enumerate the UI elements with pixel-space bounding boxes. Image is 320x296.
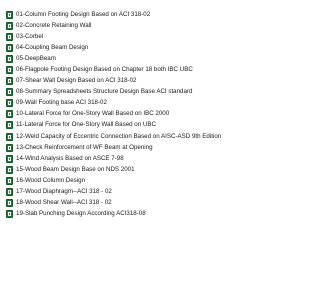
file-name: 02-Concrete Retaining Wall [16, 21, 92, 29]
file-name: 04-Coupling Beam Design [16, 43, 89, 51]
excel-file-icon [6, 143, 13, 152]
file-name: 13-Check Reinforcement of WF Beam at Ope… [16, 143, 153, 151]
excel-file-icon [6, 121, 13, 130]
excel-file-icon [6, 210, 13, 219]
file-item[interactable]: 11-Lateral Force for One-Story Wall Base… [0, 120, 247, 131]
excel-file-icon [6, 88, 13, 97]
excel-file-icon [6, 132, 13, 141]
file-name: 03-Corbel [16, 32, 44, 40]
excel-file-icon [6, 176, 13, 185]
excel-file-icon [6, 10, 13, 19]
file-name: 09-Wall Footing base ACI 318-02 [16, 99, 107, 107]
file-item[interactable]: 03-Corbel [0, 31, 247, 42]
file-name: 14-Wind Analysis Based on ASCE 7-98 [16, 154, 124, 162]
file-item[interactable]: 06-Flagpole Footing Design Based on Chap… [0, 64, 247, 75]
file-list: 01-Column Footing Design Based on ACI 31… [0, 0, 247, 296]
file-item[interactable]: 07-Shear Wall Design Based on ACI 318-02 [0, 76, 247, 87]
file-item[interactable]: 04-Coupling Beam Design [0, 42, 247, 53]
file-name: 07-Shear Wall Design Based on ACI 318-02 [16, 77, 137, 85]
excel-file-icon [6, 99, 13, 108]
file-item[interactable]: 05-DeepBeam [0, 53, 247, 64]
excel-file-icon [6, 165, 13, 174]
file-item[interactable]: 13-Check Reinforcement of WF Beam at Ope… [0, 142, 247, 153]
excel-file-icon [6, 199, 13, 208]
file-item[interactable]: 08-Summary Spreadsheets Structure Design… [0, 87, 247, 98]
excel-file-icon [6, 77, 13, 86]
file-item[interactable]: 14-Wind Analysis Based on ASCE 7-98 [0, 153, 247, 164]
file-item[interactable]: 01-Column Footing Design Based on ACI 31… [0, 9, 247, 20]
excel-file-icon [6, 54, 13, 63]
file-item[interactable]: 17-Wood Diaphragm--ACI 318 - 02 [0, 187, 247, 198]
excel-file-icon [6, 66, 13, 75]
file-name: 16-Wood Column Design [16, 176, 86, 184]
file-item[interactable]: 10-Lateral Force for One-Story Wall Base… [0, 109, 247, 120]
excel-file-icon [6, 154, 13, 163]
file-item[interactable]: 02-Concrete Retaining Wall [0, 20, 247, 31]
excel-file-icon [6, 43, 13, 52]
file-name: 18-Wood Shear Wall--ACI 318 - 02 [16, 199, 112, 207]
file-item[interactable]: 09-Wall Footing base ACI 318-02 [0, 98, 247, 109]
excel-file-icon [6, 32, 13, 41]
file-name: 19-Slab Punching Design According ACI318… [16, 210, 146, 218]
file-name: 05-DeepBeam [16, 54, 56, 62]
file-item[interactable]: 12-Weld Capacity of Eccentric Connection… [0, 131, 247, 142]
file-name: 08-Summary Spreadsheets Structure Design… [16, 88, 193, 96]
file-item[interactable]: 19-Slab Punching Design According ACI318… [0, 209, 247, 220]
file-item[interactable]: 18-Wood Shear Wall--ACI 318 - 02 [0, 198, 247, 209]
file-name: 10-Lateral Force for One-Story Wall Base… [16, 110, 170, 118]
file-name: 17-Wood Diaphragm--ACI 318 - 02 [16, 188, 112, 196]
excel-file-icon [6, 21, 13, 30]
file-name: 06-Flagpole Footing Design Based on Chap… [16, 66, 193, 74]
file-name: 15-Wood Beam Design Base on NDS 2001 [16, 165, 135, 173]
file-item[interactable]: 16-Wood Column Design [0, 175, 247, 186]
file-item[interactable]: 15-Wood Beam Design Base on NDS 2001 [0, 164, 247, 175]
file-name: 01-Column Footing Design Based on ACI 31… [16, 10, 151, 18]
excel-file-icon [6, 110, 13, 119]
file-name: 12-Weld Capacity of Eccentric Connection… [16, 132, 222, 140]
excel-file-icon [6, 188, 13, 197]
file-name: 11-Lateral Force for One-Story Wall Base… [16, 121, 156, 129]
